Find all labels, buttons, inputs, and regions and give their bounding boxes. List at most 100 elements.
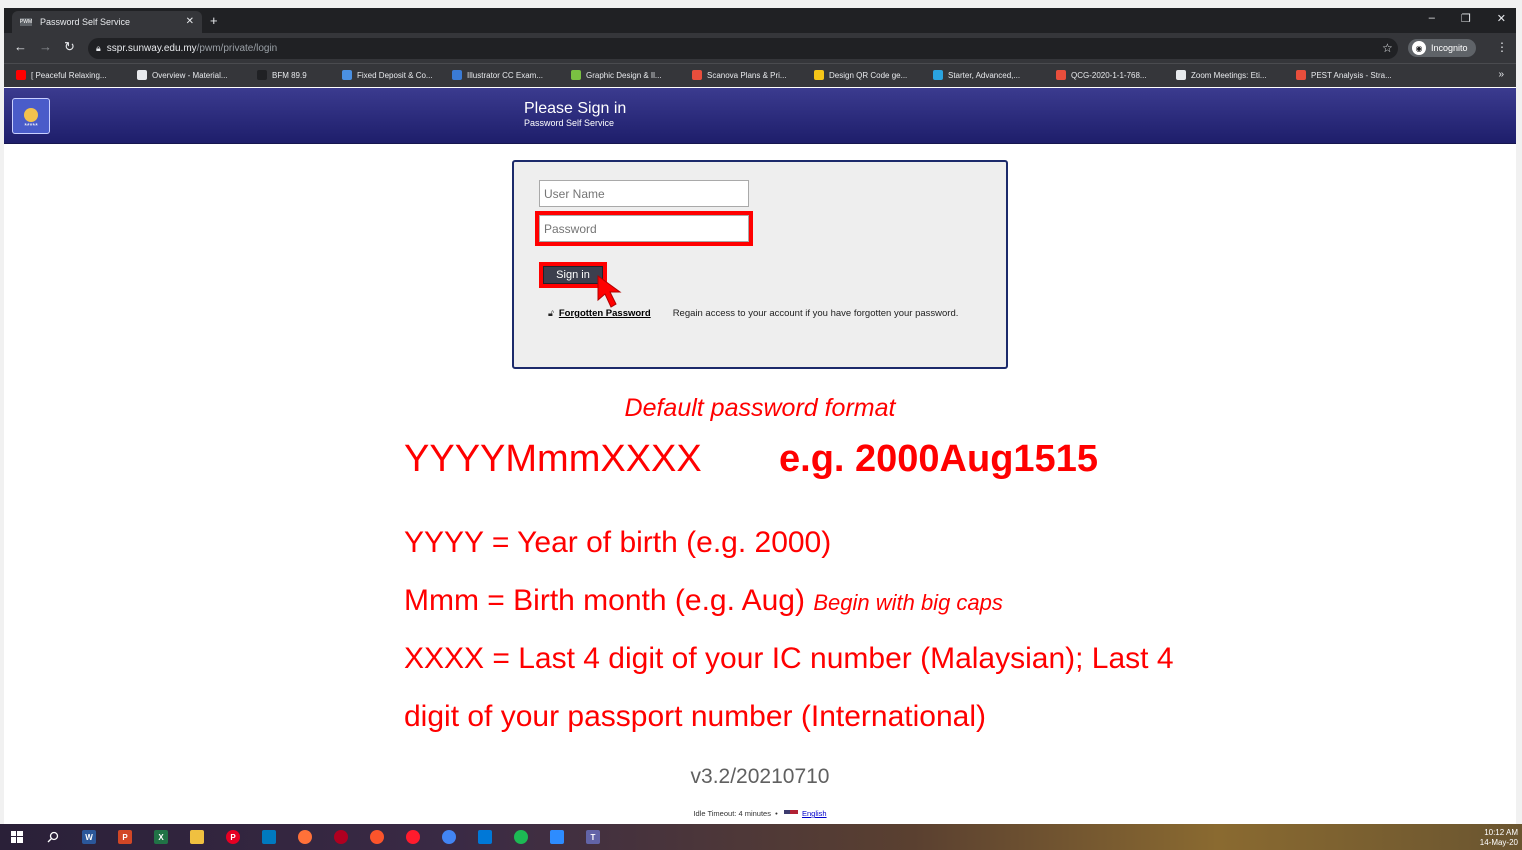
word-icon[interactable]: W [82, 830, 96, 844]
file-explorer-icon[interactable] [190, 830, 204, 844]
new-tab-icon[interactable]: + [210, 13, 218, 28]
bookmark-item[interactable]: Illustrator CC Exam... [452, 70, 543, 80]
teams-icon[interactable]: T [586, 830, 600, 844]
toolbar: ← → ↻ 🔒︎ sspr.sunway.edu.my /pwm/private… [4, 33, 1516, 63]
bookmark-label: BFM 89.9 [272, 70, 307, 80]
idle-timeout: Idle Timeout: 4 minutes [693, 809, 771, 818]
bookmark-star-icon[interactable]: ☆ [1382, 41, 1393, 55]
forgot-password-description: Regain access to your account if you hav… [672, 308, 959, 319]
clock-time: 10:12 AM [1484, 828, 1518, 837]
search-icon[interactable] [46, 830, 60, 844]
bookmark-item[interactable]: Overview - Material... [137, 70, 228, 80]
language-link[interactable]: English [802, 809, 827, 818]
bookmark-label: Zoom Meetings: Eti... [1191, 70, 1267, 80]
window-controls: – ❐ ✕ [1429, 12, 1506, 25]
version-label: v3.2/20210710 [690, 765, 830, 788]
bookmark-item[interactable]: Fixed Deposit & Co... [342, 70, 433, 80]
bookmark-label: PEST Analysis - Stra... [1311, 70, 1392, 80]
xxxx-explanation-line1: XXXX = Last 4 digit of your IC number (M… [404, 642, 1174, 675]
bookmark-favicon-icon [814, 70, 824, 80]
bookmark-favicon-icon [452, 70, 462, 80]
windows-start-icon[interactable] [10, 830, 24, 844]
bookmark-label: Scanova Plans & Pri... [707, 70, 787, 80]
bookmark-item[interactable]: Zoom Meetings: Eti... [1176, 70, 1267, 80]
tab-bar: PWM Password Self Service ✕ + – ❐ ✕ [4, 8, 1516, 33]
pointer-arrow-icon [597, 275, 622, 308]
more-bookmarks-icon[interactable]: » [1498, 69, 1504, 80]
bookmark-item[interactable]: PEST Analysis - Stra... [1296, 70, 1392, 80]
username-input[interactable]: User Name [539, 180, 749, 207]
close-window-icon[interactable]: ✕ [1497, 12, 1506, 25]
pwm-favicon-icon: PWM [19, 18, 33, 26]
chrome-icon[interactable] [442, 830, 456, 844]
reload-icon[interactable]: ↻ [64, 39, 75, 55]
back-icon[interactable]: ← [14, 39, 27, 55]
url-host: sspr.sunway.edu.my [106, 43, 197, 54]
browser-tab[interactable]: PWM Password Self Service ✕ [12, 11, 202, 33]
photos-icon[interactable] [478, 830, 492, 844]
bookmark-favicon-icon [342, 70, 352, 80]
unlock-icon: 🔓︎ [548, 308, 554, 318]
close-tab-icon[interactable]: ✕ [186, 16, 194, 27]
bookmark-label: Graphic Design & Il... [586, 70, 662, 80]
nav-buttons: ← → ↻ [14, 39, 75, 55]
bookmarks-bar: » [ Peaceful Relaxing... Overview - Mater… [4, 63, 1516, 87]
bookmark-item[interactable]: BFM 89.9 [257, 70, 307, 80]
bookmark-label: QCG-2020-1-1-768... [1071, 70, 1147, 80]
password-input[interactable]: Password [535, 211, 753, 246]
forward-icon[interactable]: → [39, 39, 52, 55]
opera-icon[interactable] [406, 830, 420, 844]
clock-date: 14-May-20 [1479, 838, 1518, 847]
minimize-icon[interactable]: – [1429, 12, 1435, 25]
bookmark-label: [ Peaceful Relaxing... [31, 70, 107, 80]
footer-separator: • [775, 809, 778, 818]
page-subtitle: Password Self Service [524, 118, 615, 128]
password-example: e.g. 2000Aug1515 [779, 438, 1098, 480]
bookmark-favicon-icon [692, 70, 702, 80]
login-panel: User Name Password Sign in 🔓︎ Forgotten … [512, 160, 1008, 369]
incognito-badge[interactable]: ◉ Incognito [1408, 39, 1476, 57]
bookmark-favicon-icon [571, 70, 581, 80]
signin-button[interactable]: Sign in [539, 262, 607, 288]
zoom-icon[interactable] [550, 830, 564, 844]
browser-window: PWM Password Self Service ✕ + – ❐ ✕ ← → … [4, 8, 1516, 824]
firefox-icon[interactable] [298, 830, 312, 844]
trello-icon[interactable] [262, 830, 276, 844]
forgot-password-row: 🔓︎ Forgotten Password Regain access to y… [548, 308, 958, 319]
page-footer: Idle Timeout: 4 minutes • English [4, 809, 1516, 819]
lock-icon[interactable]: 🔒︎ [96, 43, 101, 54]
bookmark-label: Fixed Deposit & Co... [357, 70, 433, 80]
bookmark-item[interactable]: Design QR Code ge... [814, 70, 907, 80]
opera-outline-icon[interactable] [334, 830, 348, 844]
bookmark-item[interactable]: Starter, Advanced,... [933, 70, 1020, 80]
system-clock[interactable]: 10:12 AM 14-May-20 [1480, 828, 1518, 848]
restore-icon[interactable]: ❐ [1461, 12, 1471, 25]
bookmark-label: Overview - Material... [152, 70, 228, 80]
bookmark-item[interactable]: Graphic Design & Il... [571, 70, 662, 80]
excel-icon[interactable]: X [154, 830, 168, 844]
bookmark-favicon-icon [137, 70, 147, 80]
pwm-logo: ***** [12, 98, 50, 134]
menu-icon[interactable]: ⋮ [1496, 40, 1508, 54]
bookmark-label: Design QR Code ge... [829, 70, 908, 80]
password-format: YYYYMmmXXXX [404, 438, 702, 480]
spotify-icon[interactable] [514, 830, 528, 844]
incognito-label: Incognito [1431, 43, 1468, 53]
bookmark-favicon-icon [1296, 70, 1306, 80]
bookmark-label: Illustrator CC Exam... [467, 70, 544, 80]
pinterest-icon[interactable]: P [226, 830, 240, 844]
mmm-explanation: Mmm = Birth month (e.g. Aug) Begin with … [404, 584, 1003, 618]
bookmark-item[interactable]: Scanova Plans & Pri... [692, 70, 787, 80]
bookmark-item[interactable]: [ Peaceful Relaxing... [16, 70, 107, 80]
mmm-note: Begin with big caps [813, 590, 1003, 615]
address-bar[interactable]: 🔒︎ sspr.sunway.edu.my /pwm/private/login [88, 38, 1398, 59]
windows-taskbar: 10:12 AM 14-May-20 W P X P T [0, 824, 1522, 850]
forgot-password-link[interactable]: Forgotten Password [559, 308, 651, 319]
bookmark-item[interactable]: QCG-2020-1-1-768... [1056, 70, 1147, 80]
brave-icon[interactable] [370, 830, 384, 844]
default-password-heading: Default password format [624, 394, 896, 422]
bookmark-label: Starter, Advanced,... [948, 70, 1021, 80]
bookmark-favicon-icon [1056, 70, 1066, 80]
bookmark-favicon-icon [16, 70, 26, 80]
powerpoint-icon[interactable]: P [118, 830, 132, 844]
